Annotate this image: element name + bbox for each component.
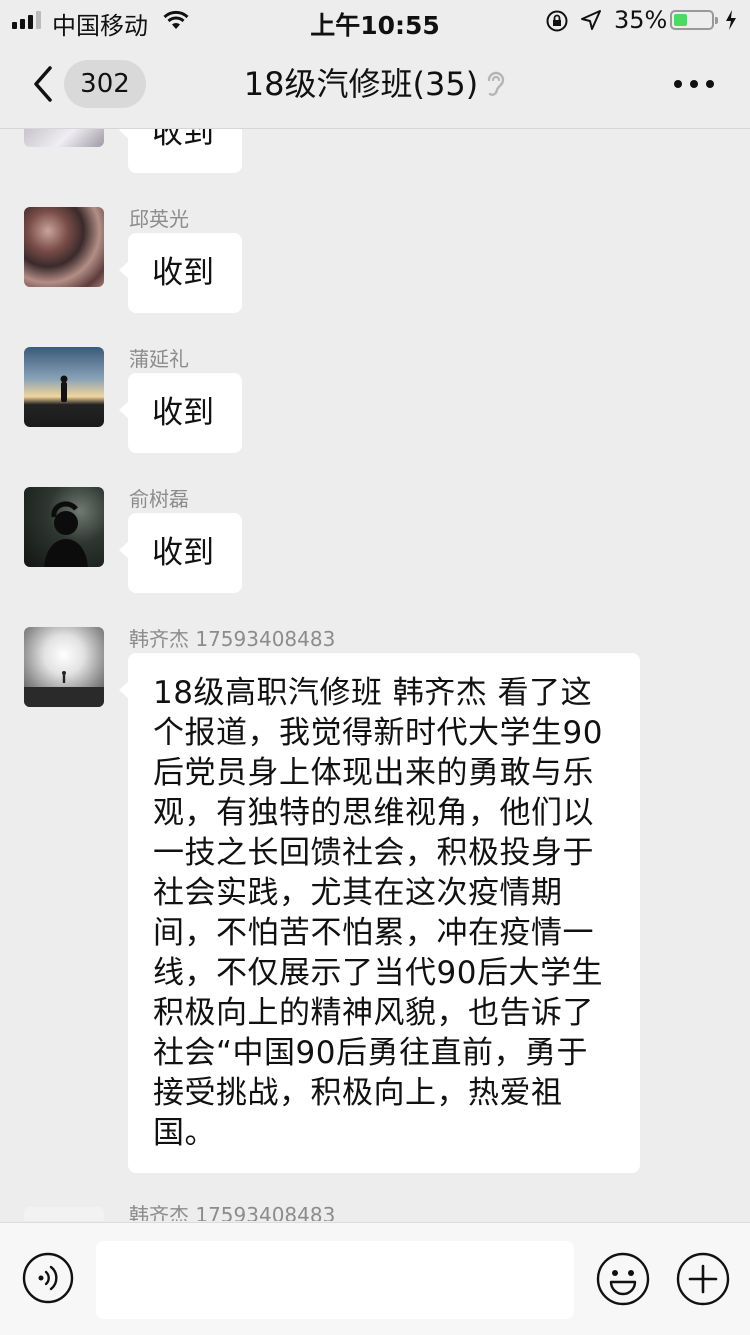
avatar[interactable] bbox=[24, 347, 104, 427]
voice-icon[interactable] bbox=[22, 1252, 74, 1304]
message-bubble[interactable]: 收到 bbox=[119, 129, 242, 173]
status-bar: 中国移动 上午10:55 35% bbox=[0, 0, 750, 40]
avatar[interactable] bbox=[24, 129, 104, 147]
rotation-lock-icon bbox=[546, 10, 568, 32]
more-dots-icon[interactable] bbox=[674, 80, 714, 88]
avatar[interactable] bbox=[24, 487, 104, 567]
location-arrow-icon bbox=[581, 10, 601, 30]
avatar-silhouette-icon bbox=[60, 375, 68, 402]
sender-name: 俞树磊 bbox=[129, 487, 189, 511]
ear-icon bbox=[488, 71, 505, 96]
sender-name: 韩齐杰 17593408483 bbox=[129, 1203, 336, 1221]
input-bar bbox=[0, 1222, 750, 1335]
message-list[interactable]: 收到 邱英光 收到 蒲延礼 收到 俞树磊 收到 韩齐杰 17593408483 bbox=[0, 129, 750, 1221]
message-bubble[interactable]: 18级高职汽修班 韩齐杰 看了这个报道，我觉得新时代大学生90后党员身上体现出来… bbox=[119, 653, 640, 1173]
message-bubble[interactable]: 收到 bbox=[119, 373, 242, 453]
sender-name: 蒲延礼 bbox=[129, 347, 189, 371]
avatar-silhouette-icon bbox=[44, 501, 88, 567]
charging-bolt-icon bbox=[726, 10, 736, 30]
sender-name: 韩齐杰 17593408483 bbox=[129, 627, 336, 651]
battery-level bbox=[674, 14, 687, 26]
chat-header: 302 18级汽修班(35) bbox=[0, 40, 750, 129]
chat-title: 18级汽修班(35) bbox=[243, 65, 479, 103]
message-bubble[interactable]: 收到 bbox=[119, 513, 242, 593]
plus-icon[interactable] bbox=[676, 1252, 730, 1306]
avatar-silhouette-icon bbox=[24, 671, 104, 707]
battery-icon bbox=[670, 10, 718, 30]
battery-percent: 35% bbox=[614, 6, 668, 34]
sender-name: 邱英光 bbox=[129, 207, 189, 231]
avatar[interactable] bbox=[24, 1207, 104, 1221]
emoji-icon[interactable] bbox=[596, 1252, 650, 1306]
message-input[interactable] bbox=[96, 1241, 574, 1319]
avatar[interactable] bbox=[24, 207, 104, 287]
avatar[interactable] bbox=[24, 627, 104, 707]
message-bubble[interactable]: 收到 bbox=[119, 233, 242, 313]
